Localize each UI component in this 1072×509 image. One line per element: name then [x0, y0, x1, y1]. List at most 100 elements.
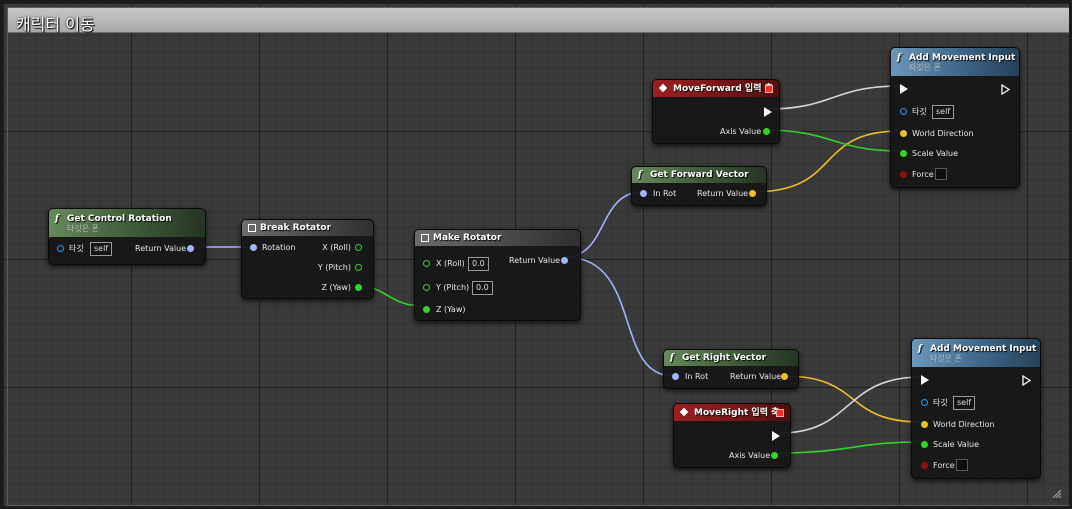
world-direction-pin[interactable]	[921, 421, 928, 428]
force-checkbox[interactable]	[935, 168, 947, 180]
wire-right-to-direction	[783, 375, 922, 423]
world-direction-label: World Direction	[912, 129, 974, 138]
wire-forward-exec	[767, 85, 901, 110]
axis-value-label: Axis Value	[729, 451, 771, 460]
force-pin[interactable]	[900, 171, 907, 178]
target-label: 타깃	[933, 398, 948, 407]
node-header: f Get Right Vector	[664, 350, 798, 366]
return-value-label: Return Value	[135, 244, 187, 253]
target-value-box[interactable]: self	[953, 396, 976, 410]
force-checkbox[interactable]	[956, 459, 968, 471]
node-get-right-vector[interactable]: f Get Right Vector In Rot Return Value	[663, 349, 799, 389]
exec-in-pin[interactable]	[900, 84, 908, 94]
in-rot-label: In Rot	[685, 372, 709, 381]
event-delegate-icon[interactable]	[776, 409, 784, 417]
pitch-pin[interactable]	[355, 264, 362, 271]
yaw-pin[interactable]	[355, 284, 362, 291]
break-struct-icon	[248, 224, 256, 232]
return-value-pin[interactable]	[781, 373, 788, 380]
node-header: Make Rotator	[415, 230, 580, 246]
resize-grip-icon[interactable]	[1051, 488, 1061, 498]
comment-title: 캐릭터 이동	[16, 15, 95, 34]
node-title: MoveForward 입력 축	[673, 84, 773, 94]
wire-right-axis	[773, 441, 922, 454]
pitch-value-box[interactable]: 0.0	[472, 281, 493, 295]
event-delegate-icon[interactable]	[765, 85, 773, 93]
make-struct-icon	[421, 234, 429, 242]
exec-out-pin[interactable]	[1001, 84, 1011, 95]
function-icon: f	[670, 353, 674, 363]
scale-value-pin[interactable]	[900, 150, 907, 157]
target-label: 타깃	[912, 107, 927, 116]
pitch-label: Y (Pitch)	[317, 263, 351, 272]
exec-in-pin[interactable]	[921, 375, 929, 385]
target-value-box[interactable]: self	[90, 242, 113, 256]
blueprint-graph-canvas[interactable]: 캐릭터 이동 f Get Control Rotation 타깃은 폰 타깃 s…	[0, 0, 1072, 509]
function-icon: f	[55, 214, 59, 224]
in-rot-pin[interactable]	[672, 373, 679, 380]
node-header: MoveRight 입력 축	[674, 404, 790, 421]
node-move-right-event[interactable]: MoveRight 입력 축 Axis Value	[673, 403, 791, 468]
exec-out-pin[interactable]	[772, 431, 780, 441]
node-header: MoveForward 입력 축	[653, 80, 779, 97]
yaw-label: Z (Yaw)	[436, 305, 466, 314]
node-header: Break Rotator	[242, 220, 373, 236]
world-direction-pin[interactable]	[900, 130, 907, 137]
node-move-forward-event[interactable]: MoveForward 입력 축 Axis Value	[652, 79, 780, 144]
event-icon	[658, 83, 668, 93]
target-pin[interactable]	[57, 245, 64, 252]
rotation-label: Rotation	[262, 243, 296, 252]
return-value-pin[interactable]	[187, 245, 194, 252]
return-value-label: Return Value	[730, 372, 782, 381]
return-value-pin[interactable]	[561, 257, 568, 264]
in-rot-pin[interactable]	[640, 190, 647, 197]
roll-label: X (Roll)	[322, 243, 351, 252]
event-icon	[679, 407, 689, 417]
target-pin[interactable]	[900, 108, 907, 115]
force-label: Force	[912, 170, 934, 179]
wire-forward-axis	[763, 129, 901, 152]
axis-value-pin[interactable]	[763, 128, 770, 135]
node-header: f Add Movement Input 타깃은 폰	[891, 48, 1019, 76]
node-add-movement-input-forward[interactable]: f Add Movement Input 타깃은 폰 타깃 self World…	[890, 47, 1020, 188]
node-title: Make Rotator	[433, 233, 502, 243]
node-break-rotator[interactable]: Break Rotator Rotation X (Roll) Y (Pitch…	[241, 219, 374, 299]
node-header: f Add Movement Input 타깃은 폰	[912, 339, 1040, 367]
function-icon: f	[638, 170, 642, 180]
target-pin[interactable]	[921, 399, 928, 406]
roll-value-box[interactable]: 0.0	[468, 257, 489, 271]
force-label: Force	[933, 461, 955, 470]
roll-input-pin[interactable]	[423, 260, 430, 267]
pitch-label: Y (Pitch)	[436, 283, 470, 292]
node-get-forward-vector[interactable]: f Get Forward Vector In Rot Return Value	[631, 166, 767, 206]
yaw-label: Z (Yaw)	[321, 283, 352, 292]
exec-out-pin[interactable]	[1022, 375, 1032, 386]
world-direction-label: World Direction	[933, 420, 995, 429]
node-title: Break Rotator	[260, 223, 332, 233]
axis-value-pin[interactable]	[771, 452, 778, 459]
rotation-input-pin[interactable]	[250, 244, 257, 251]
scale-value-label: Scale Value	[912, 149, 959, 158]
node-header: f Get Forward Vector	[632, 167, 766, 183]
force-pin[interactable]	[921, 462, 928, 469]
return-value-pin[interactable]	[749, 190, 756, 197]
node-make-rotator[interactable]: Make Rotator X (Roll) 0.0 Return Value Y…	[414, 229, 581, 321]
pitch-input-pin[interactable]	[423, 284, 430, 291]
wire-right-exec	[779, 376, 922, 434]
yaw-input-pin[interactable]	[423, 306, 430, 313]
target-value-box[interactable]: self	[932, 105, 955, 119]
node-add-movement-input-right[interactable]: f Add Movement Input 타깃은 폰 타깃 self World…	[911, 338, 1041, 479]
function-icon: f	[918, 344, 922, 354]
node-get-control-rotation[interactable]: f Get Control Rotation 타깃은 폰 타깃 self Ret…	[48, 208, 206, 265]
roll-pin[interactable]	[355, 244, 362, 251]
return-value-label: Return Value	[697, 189, 749, 198]
wire-rotator-to-right	[564, 256, 674, 377]
exec-out-pin[interactable]	[764, 107, 772, 117]
node-subtitle: 타깃은 폰	[930, 354, 962, 363]
comment-header[interactable]: 캐릭터 이동	[8, 8, 1069, 34]
node-header: f Get Control Rotation 타깃은 폰	[49, 209, 205, 237]
in-rot-label: In Rot	[653, 189, 677, 198]
scale-value-pin[interactable]	[921, 441, 928, 448]
node-title: Get Forward Vector	[650, 170, 749, 180]
node-title: Get Right Vector	[682, 353, 767, 363]
